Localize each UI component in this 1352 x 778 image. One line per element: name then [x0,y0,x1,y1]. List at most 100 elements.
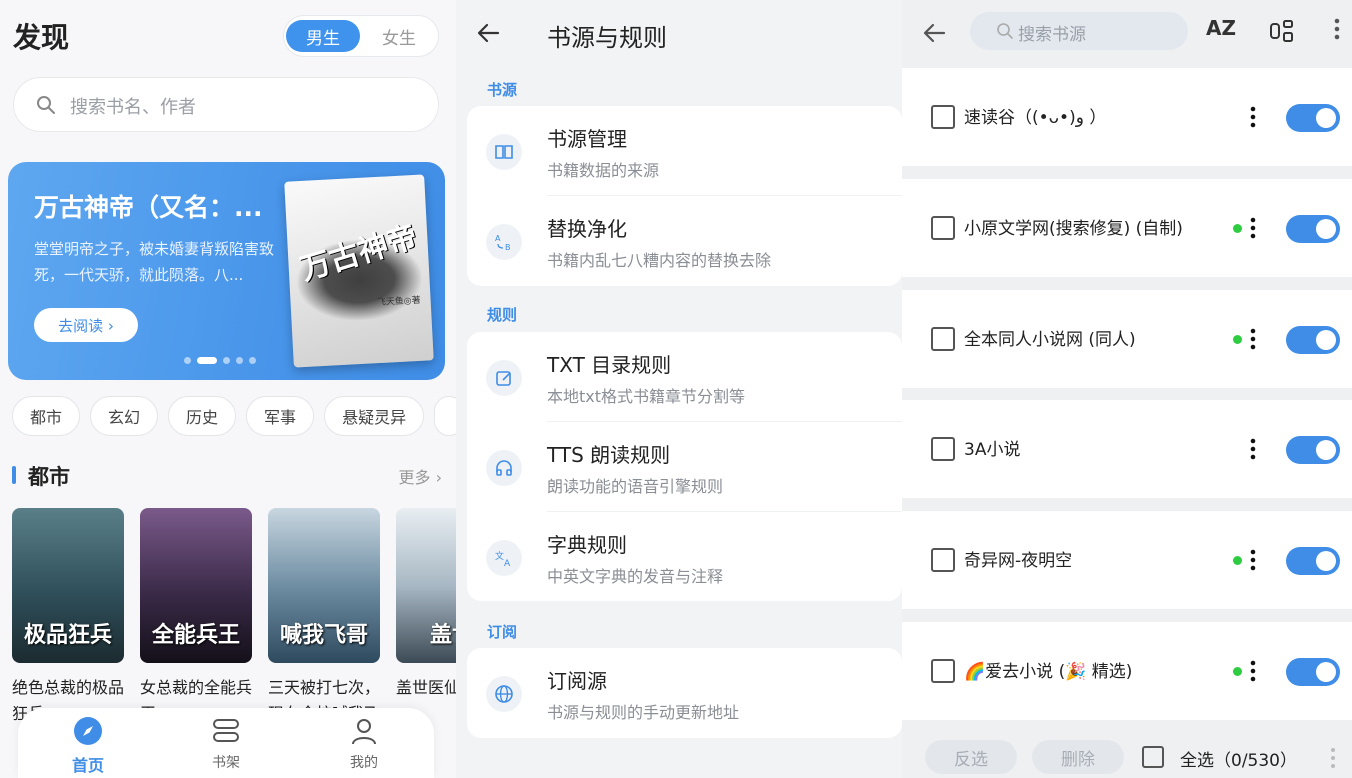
source-enable-toggle[interactable] [1286,547,1340,575]
category-tags: 都市 玄幻 历史 军事 悬疑灵异 [12,396,456,436]
nav-bookshelf-label: 书架 [212,755,240,771]
more-vertical-icon[interactable] [1248,658,1258,684]
rule-row-replace[interactable]: AB 替换净化 书籍内乱七八糟内容的替换去除 [467,196,902,286]
tag-chip[interactable]: 玄幻 [90,396,159,436]
source-enable-toggle[interactable] [1286,104,1340,132]
book-card[interactable]: 全能兵王 女总裁的全能兵王 [140,508,252,723]
carousel-dot [236,357,243,364]
rule-row-source-manage[interactable]: 书源管理 书籍数据的来源 [467,106,902,196]
group-label-rules: 规则 [487,306,518,324]
tag-chip[interactable]: 军事 [246,396,315,436]
group-icon[interactable] [1269,18,1295,44]
subscribe-card: 订阅源 书源与规则的手动更新地址 [467,648,902,738]
source-row[interactable]: 3A小说 [902,400,1352,498]
section-header: 都市 更多 › [12,460,442,490]
rule-title: 书源管理 [547,127,627,151]
book-search-input[interactable]: 搜索书名、作者 [13,77,439,132]
book-card[interactable]: 喊我飞哥 三天被打七次，现在全校喊我飞哥 [268,508,380,723]
nav-mine-label: 我的 [350,755,378,771]
source-enable-toggle[interactable] [1286,215,1340,243]
source-search-input[interactable]: 搜索书源 [970,12,1188,50]
source-checkbox[interactable] [931,548,955,572]
page-title: 书源与规则 [547,24,667,52]
headphones-icon [486,450,522,486]
rule-subtitle: 中英文字典的发音与注释 [547,567,724,586]
back-arrow-icon[interactable] [476,20,502,46]
rule-row-txt[interactable]: TXT 目录规则 本地txt格式书籍章节分割等 [467,332,902,422]
search-placeholder: 搜索书名、作者 [70,97,196,118]
source-row[interactable]: 小原文学网(搜索修复) (自制) [902,179,1352,277]
gender-toggle[interactable]: 男生 女生 [283,15,439,57]
edit-icon [486,360,522,396]
nav-mine[interactable]: 我的 [324,716,404,772]
source-row[interactable]: 奇异网-夜明空 [902,511,1352,609]
source-row[interactable]: 全本同人小说网 (同人) [902,290,1352,388]
tag-chip-partial[interactable] [434,396,456,436]
source-checkbox[interactable] [931,216,955,240]
rule-row-subscribe[interactable]: 订阅源 书源与规则的手动更新地址 [467,648,902,738]
source-checkbox[interactable] [931,437,955,461]
read-now-button[interactable]: 去阅读 › [34,308,138,342]
delete-button[interactable]: 删除 [1032,740,1124,774]
source-enable-toggle[interactable] [1286,436,1340,464]
nav-home-label: 首页 [71,756,104,775]
search-icon [997,23,1013,39]
more-link[interactable]: 更多 › [399,464,443,488]
select-all-checkbox[interactable] [1142,746,1164,768]
source-name: 🌈爱去小说 (🎉 精选) [964,662,1133,682]
more-vertical-icon[interactable] [1248,326,1258,352]
source-checkbox[interactable] [931,105,955,129]
invert-selection-button[interactable]: 反选 [925,740,1017,774]
globe-icon [486,676,522,712]
rule-row-dictionary[interactable]: 文A 字典规则 中英文字典的发音与注释 [467,512,902,602]
source-name: 小原文学网(搜索修复) (自制) [964,219,1183,239]
group-label-source: 书源 [487,81,518,99]
more-vertical-icon[interactable] [1248,547,1258,573]
featured-banner[interactable]: 万古神帝（又名：... 堂堂明帝之子，被未婚妻背叛陷害致死，一代天骄，就此陨落。… [8,162,445,380]
more-vertical-icon[interactable] [1248,436,1258,462]
rule-row-tts[interactable]: TTS 朗读规则 朗读功能的语音引擎规则 [467,422,902,512]
group-label-subscribe: 订阅 [487,623,518,641]
rules-panel: 书源与规则 书源 书源管理 书籍数据的来源 AB 替换净化 书籍内乱七八糟内容的… [456,0,902,778]
book-card[interactable]: 盖世 盖世医仙 [396,508,456,723]
status-dot [1233,556,1242,565]
source-card: 书源管理 书籍数据的来源 AB 替换净化 书籍内乱七八糟内容的替换去除 [467,106,902,286]
book-cover-text: 盖世 [429,623,456,648]
sort-az-icon[interactable]: AZ [1206,16,1236,40]
more-vertical-icon[interactable] [1328,746,1338,770]
translate-icon: 文A [486,540,522,576]
source-checkbox[interactable] [931,327,955,351]
source-name: 全本同人小说网 (同人) [964,330,1136,350]
book-row: 极品狂兵 绝色总裁的极品狂兵 全能兵王 女总裁的全能兵王 喊我飞哥 三天被打七次… [12,508,456,723]
book-cover: 全能兵王 [140,508,252,663]
tag-chip[interactable]: 都市 [12,396,81,436]
nav-bookshelf[interactable]: 书架 [186,716,266,772]
source-row[interactable]: 🌈爱去小说 (🎉 精选) [902,622,1352,720]
tag-chip[interactable]: 历史 [168,396,237,436]
source-name: 3A小说 [964,440,1021,460]
book-card[interactable]: 极品狂兵 绝色总裁的极品狂兵 [12,508,124,723]
back-arrow-icon[interactable] [922,20,948,46]
nav-home[interactable]: 首页 [48,716,128,776]
carousel-indicator [184,357,256,364]
rule-subtitle: 朗读功能的语音引擎规则 [547,477,724,496]
banner-title: 万古神帝（又名：... [34,193,263,222]
carousel-dot-active [197,357,217,364]
source-row[interactable]: 速读谷（(•ᴗ•)و ） [902,68,1352,166]
book-cover-text: 喊我飞哥 [279,623,368,648]
gender-female-tab[interactable]: 女生 [362,20,436,52]
source-name: 奇异网-夜明空 [964,551,1073,571]
source-checkbox[interactable] [931,659,955,683]
more-vertical-icon[interactable] [1332,16,1342,42]
more-vertical-icon[interactable] [1248,104,1258,130]
gender-male-tab[interactable]: 男生 [286,20,360,52]
rule-title: 替换净化 [547,217,627,241]
cover-author: 飞天鱼◎著 [376,295,421,309]
source-enable-toggle[interactable] [1286,658,1340,686]
toggle-knob [1316,219,1336,239]
more-vertical-icon[interactable] [1248,215,1258,241]
tag-chip[interactable]: 悬疑灵异 [324,396,425,436]
source-enable-toggle[interactable] [1286,326,1340,354]
book-cover: 喊我飞哥 [268,508,380,663]
banner-book-cover[interactable]: 万古神帝 飞天鱼◎著 [284,174,434,368]
